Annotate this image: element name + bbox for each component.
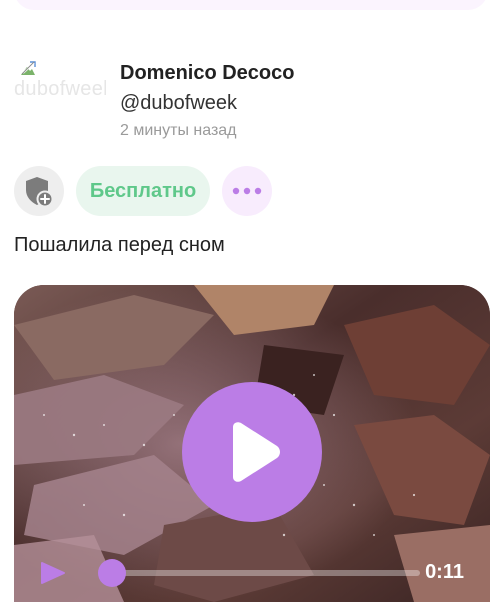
post-caption: Пошалила перед сном (14, 234, 225, 256)
play-icon (233, 422, 280, 482)
post-timestamp: 2 минуты назад (120, 122, 237, 139)
video-player[interactable]: 0:11 (14, 285, 490, 602)
video-controls: 0:11 (14, 555, 490, 591)
play-button-large[interactable] (182, 382, 322, 522)
more-options-button[interactable] (222, 166, 272, 216)
author-handle[interactable]: @dubofweek (120, 92, 237, 115)
avatar-alt-text: dubofweek (14, 78, 106, 100)
video-duration: 0:11 (425, 561, 464, 583)
post-feed: dubofweek Domenico Decoco @dubofweek 2 м… (0, 0, 504, 602)
author-avatar[interactable]: dubofweek (14, 56, 106, 104)
play-icon-small[interactable] (38, 561, 66, 585)
price-badge[interactable]: Бесплатно (76, 166, 210, 216)
progress-track[interactable] (110, 570, 420, 576)
more-dots-icon (232, 187, 262, 195)
author-name[interactable]: Domenico Decoco (120, 62, 294, 85)
shield-plus-icon (26, 177, 54, 207)
progress-knob[interactable] (98, 559, 126, 587)
previous-post-card-edge (14, 0, 488, 10)
subscribe-shield-button[interactable] (14, 166, 64, 216)
broken-image-icon (21, 61, 36, 75)
